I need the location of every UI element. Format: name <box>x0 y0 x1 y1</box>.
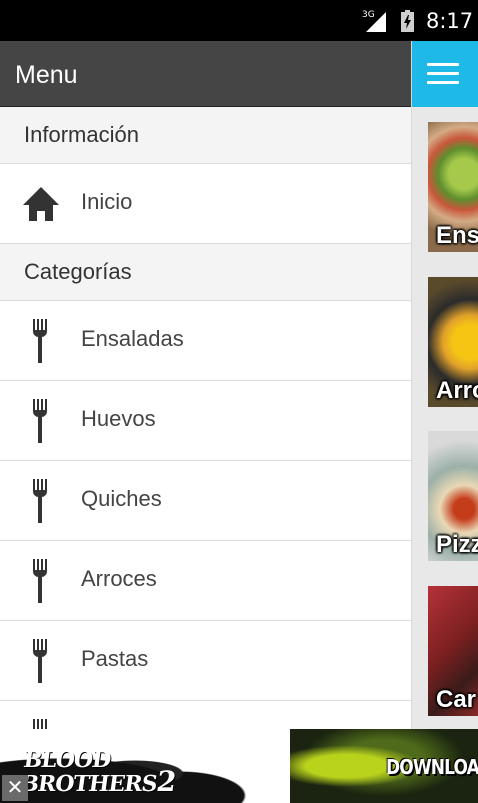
recipe-card[interactable]: Pizz <box>428 431 478 561</box>
drawer-item-label: Quiches <box>81 486 162 511</box>
drawer-item-label: Pastas <box>81 646 149 671</box>
drawer-item-arroces[interactable]: Arroces <box>0 541 411 621</box>
drawer-item-quiches[interactable]: Quiches <box>0 461 411 541</box>
home-icon <box>23 187 59 221</box>
recipe-card[interactable]: Ens <box>428 122 478 252</box>
drawer-item-label: Inicio <box>81 189 133 214</box>
recipe-card-caption: Ens <box>436 222 478 249</box>
drawer-item-ensaladas[interactable]: Ensaladas <box>0 301 411 381</box>
drawer-item-inicio[interactable]: Inicio <box>0 164 411 244</box>
section-header-categorias: Categorías <box>0 244 411 301</box>
app-bar <box>412 41 478 107</box>
drawer-item-pizzas[interactable]: Pi <box>0 701 411 729</box>
recipe-card-caption: Arro <box>436 377 478 404</box>
recipe-card[interactable]: Car <box>428 586 478 716</box>
fork-icon <box>33 559 47 603</box>
recipe-card[interactable]: Arro <box>428 277 478 407</box>
status-bar: 3G 8:17 <box>0 0 478 41</box>
recipe-card-caption: Car <box>436 686 477 713</box>
main-content: Ens Arro Pizz Car <box>412 41 478 729</box>
signal-icon <box>366 12 386 32</box>
drawer-item-pastas[interactable]: Pastas <box>0 621 411 701</box>
navigation-drawer: Menu Información Inicio Categorías Ensal… <box>0 41 412 729</box>
drawer-item-label: Arroces <box>81 566 157 591</box>
battery-charging-icon <box>401 10 414 32</box>
ad-brand-line2: BROTHERS <box>18 771 159 797</box>
drawer-item-label: Ensaladas <box>81 326 184 351</box>
drawer-title: Menu <box>0 41 411 107</box>
ad-brand-logo: BLOOD BROTHERS2 <box>18 747 180 798</box>
fork-icon <box>33 639 47 683</box>
fork-icon <box>33 479 47 523</box>
hamburger-menu-icon[interactable] <box>427 63 459 85</box>
status-time: 8:17 <box>426 9 474 33</box>
drawer-item-huevos[interactable]: Huevos <box>0 381 411 461</box>
fork-icon <box>33 399 47 443</box>
fork-icon <box>33 319 47 363</box>
recipe-card-caption: Pizz <box>436 531 478 558</box>
close-icon[interactable]: ✕ <box>2 775 28 801</box>
ad-brand-line1: BLOOD <box>21 747 112 773</box>
drawer-item-label: Huevos <box>81 406 156 431</box>
ad-download-button[interactable]: DOWNLOAD <box>386 755 478 779</box>
fork-icon <box>33 719 47 729</box>
ad-banner[interactable]: BLOOD BROTHERS2 DOWNLOAD ✕ <box>0 729 478 803</box>
section-header-informacion: Información <box>0 107 411 164</box>
